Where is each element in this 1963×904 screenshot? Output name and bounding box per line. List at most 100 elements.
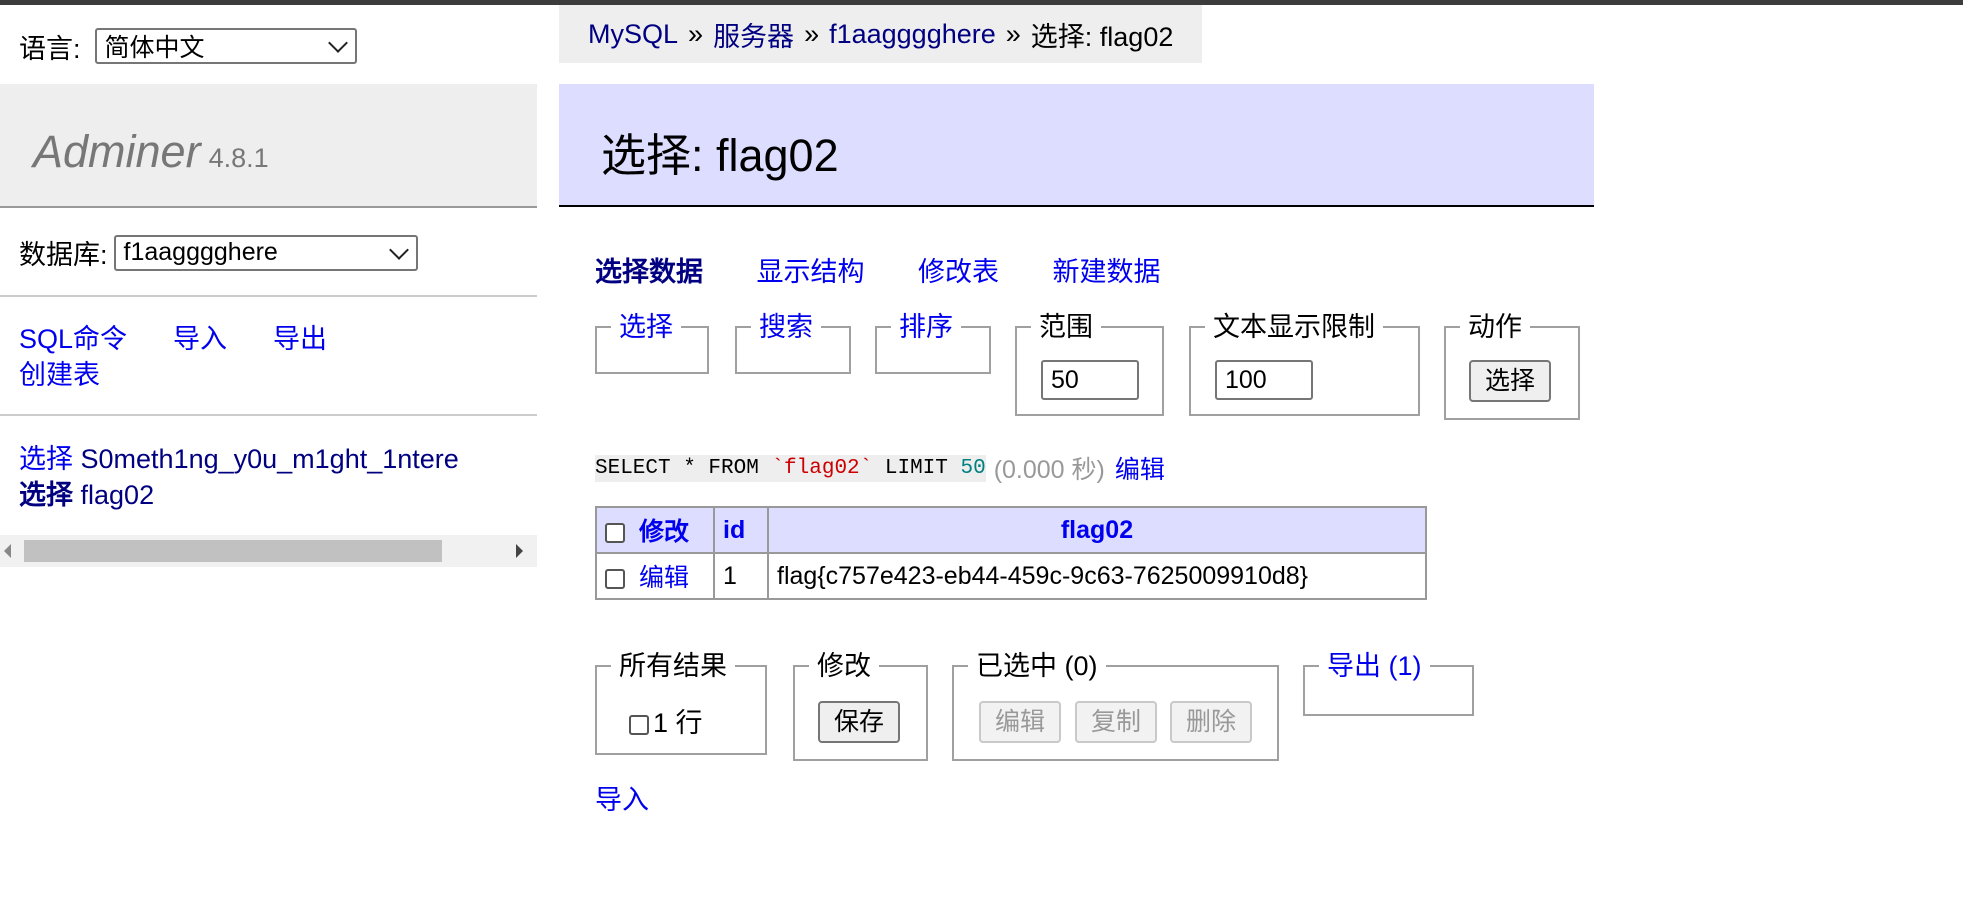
page-title: 选择: flag02 xyxy=(601,130,839,181)
select-columns-toggle[interactable]: 选择 xyxy=(611,312,681,342)
rows-count-label: 1 行 xyxy=(653,708,703,738)
breadcrumb-mysql[interactable]: MySQL xyxy=(588,19,678,50)
delete-selected-button[interactable]: 删除 xyxy=(1170,701,1253,743)
sql-part: LIMIT xyxy=(872,456,961,480)
text-limit-label: 文本显示限制 xyxy=(1205,312,1383,342)
header-id-label: id xyxy=(723,515,746,544)
list-item: 选择 flag02 xyxy=(19,477,459,513)
header-id[interactable]: id xyxy=(713,506,769,554)
header-modify-label: 修改 xyxy=(639,518,690,546)
scroll-left-icon[interactable] xyxy=(4,544,11,558)
scroll-right-icon[interactable] xyxy=(516,544,523,558)
export-toggle[interactable]: 导出 (1) xyxy=(1319,651,1430,681)
all-results-fieldset: 所有结果 1 行 xyxy=(595,651,767,755)
limit-input[interactable]: 50 xyxy=(1041,360,1139,400)
export-fieldset: 导出 (1) xyxy=(1303,651,1474,716)
search-toggle[interactable]: 搜索 xyxy=(751,312,821,342)
breadcrumb: MySQL » 服务器 » f1aagggghere » 选择: flag02 xyxy=(559,5,1203,63)
select-submit-button[interactable]: 选择 xyxy=(1469,360,1552,402)
modify-fieldset: 修改 保存 xyxy=(793,651,928,761)
breadcrumb-separator: » xyxy=(804,18,820,49)
database-row: 数据库: f1aagggghere xyxy=(19,233,418,272)
row-flag02-cell: flag{c757e423-eb44-459c-9c63-7625009910d… xyxy=(767,552,1427,600)
sql-command-link[interactable]: SQL命令 xyxy=(19,324,127,354)
language-row: 语言: 简体中文 xyxy=(19,25,357,67)
copy-selected-button[interactable]: 复制 xyxy=(1075,701,1158,743)
header-flag02[interactable]: flag02 xyxy=(767,506,1427,554)
data-table: 修改 id flag02 编辑 1 flag{c757e423-eb44-459… xyxy=(595,506,1427,600)
tab-select-data[interactable]: 选择数据 xyxy=(595,257,703,287)
row-id-cell: 1 xyxy=(713,552,769,600)
database-select-value: f1aagggghere xyxy=(123,238,278,266)
row-modify-cell: 编辑 xyxy=(595,552,715,600)
search-fieldset: 搜索 xyxy=(735,312,851,374)
tab-show-structure[interactable]: 显示结构 xyxy=(757,257,865,287)
tab-new-item[interactable]: 新建数据 xyxy=(1053,257,1161,287)
tab-alter-table[interactable]: 修改表 xyxy=(918,257,999,287)
table-header-row: 修改 id flag02 xyxy=(595,506,1427,554)
table-list: 选择 S0meth1ng_y0u_m1ght_1ntere 选择 flag02 xyxy=(19,441,459,513)
breadcrumb-database[interactable]: f1aagggghere xyxy=(829,19,996,50)
scrollbar-thumb[interactable] xyxy=(24,540,442,562)
table-subnav: 选择数据 显示结构 修改表 新建数据 xyxy=(595,250,1207,289)
modify-label: 修改 xyxy=(809,651,879,681)
sort-fieldset: 排序 xyxy=(875,312,991,374)
table-row: 编辑 1 flag{c757e423-eb44-459c-9c63-762500… xyxy=(595,552,1427,600)
table-name-link[interactable]: flag02 xyxy=(81,480,155,510)
language-label: 语言: xyxy=(19,33,81,64)
sql-part: SELECT * FROM xyxy=(595,456,772,480)
edit-query-link[interactable]: 编辑 xyxy=(1115,450,1165,486)
all-results-label: 所有结果 xyxy=(611,651,735,681)
sidebar-menu: 语言: 简体中文 Adminer 4.8.1 数据库: f1aagggghere … xyxy=(0,5,537,904)
horizontal-scrollbar[interactable] xyxy=(0,535,537,567)
chevron-down-icon xyxy=(327,33,348,53)
limit-fieldset: 范围 50 xyxy=(1015,312,1164,416)
language-select-value: 简体中文 xyxy=(104,34,205,62)
divider xyxy=(0,414,537,416)
table-name-link[interactable]: S0meth1ng_y0u_m1ght_1ntere xyxy=(81,444,459,474)
text-limit-input[interactable]: 100 xyxy=(1215,360,1313,400)
all-rows-checkbox[interactable] xyxy=(629,714,649,735)
import-link[interactable]: 导入 xyxy=(595,778,649,817)
page-header: 选择: flag02 xyxy=(559,84,1594,207)
text-limit-fieldset: 文本显示限制 100 xyxy=(1189,312,1420,416)
save-button[interactable]: 保存 xyxy=(818,701,901,743)
sort-toggle[interactable]: 排序 xyxy=(891,312,961,342)
edit-selected-button[interactable]: 编辑 xyxy=(979,701,1062,743)
action-fieldset: 动作 选择 xyxy=(1444,312,1580,420)
divider xyxy=(0,295,537,297)
row-checkbox[interactable] xyxy=(605,569,625,590)
sql-limit-number: 50 xyxy=(960,456,986,480)
import-link[interactable]: 导入 xyxy=(173,324,227,354)
sql-table-name: `flag02` xyxy=(771,456,873,480)
app-name: Adminer xyxy=(33,126,201,177)
header-modify: 修改 xyxy=(595,506,715,554)
breadcrumb-separator: » xyxy=(688,18,704,49)
list-item: 选择 S0meth1ng_y0u_m1ght_1ntere xyxy=(19,441,459,477)
chevron-down-icon xyxy=(388,239,409,260)
selected-label: 已选中 (0) xyxy=(968,651,1106,681)
select-all-checkbox[interactable] xyxy=(605,523,625,544)
database-label: 数据库: xyxy=(19,240,108,270)
limit-label: 范围 xyxy=(1031,312,1101,342)
sql-query: SELECT * FROM `flag02` LIMIT 50 xyxy=(595,454,986,482)
sql-query-line: SELECT * FROM `flag02` LIMIT 50 (0.000 秒… xyxy=(595,450,1165,486)
select-columns-fieldset: 选择 xyxy=(595,312,709,374)
database-select[interactable]: f1aagggghere xyxy=(113,234,418,271)
breadcrumb-separator: » xyxy=(1005,18,1021,49)
export-link[interactable]: 导出 xyxy=(273,324,327,354)
create-table-link[interactable]: 创建表 xyxy=(19,360,100,390)
menu-links: SQL命令 导入 导出 创建表 xyxy=(19,321,327,393)
app-logo[interactable]: Adminer 4.8.1 xyxy=(33,126,269,178)
row-edit-link[interactable]: 编辑 xyxy=(639,564,689,592)
language-select[interactable]: 简体中文 xyxy=(94,28,357,64)
app-version: 4.8.1 xyxy=(208,143,269,173)
breadcrumb-current: 选择: flag02 xyxy=(1030,21,1174,52)
header-flag02-label: flag02 xyxy=(1060,515,1134,544)
action-label: 动作 xyxy=(1460,312,1530,342)
table-select-link-active[interactable]: 选择 xyxy=(19,480,73,510)
table-select-link[interactable]: 选择 xyxy=(19,444,73,474)
logo-area: Adminer 4.8.1 xyxy=(0,84,537,208)
breadcrumb-server[interactable]: 服务器 xyxy=(713,15,794,54)
query-time: (0.000 秒) xyxy=(993,456,1105,484)
